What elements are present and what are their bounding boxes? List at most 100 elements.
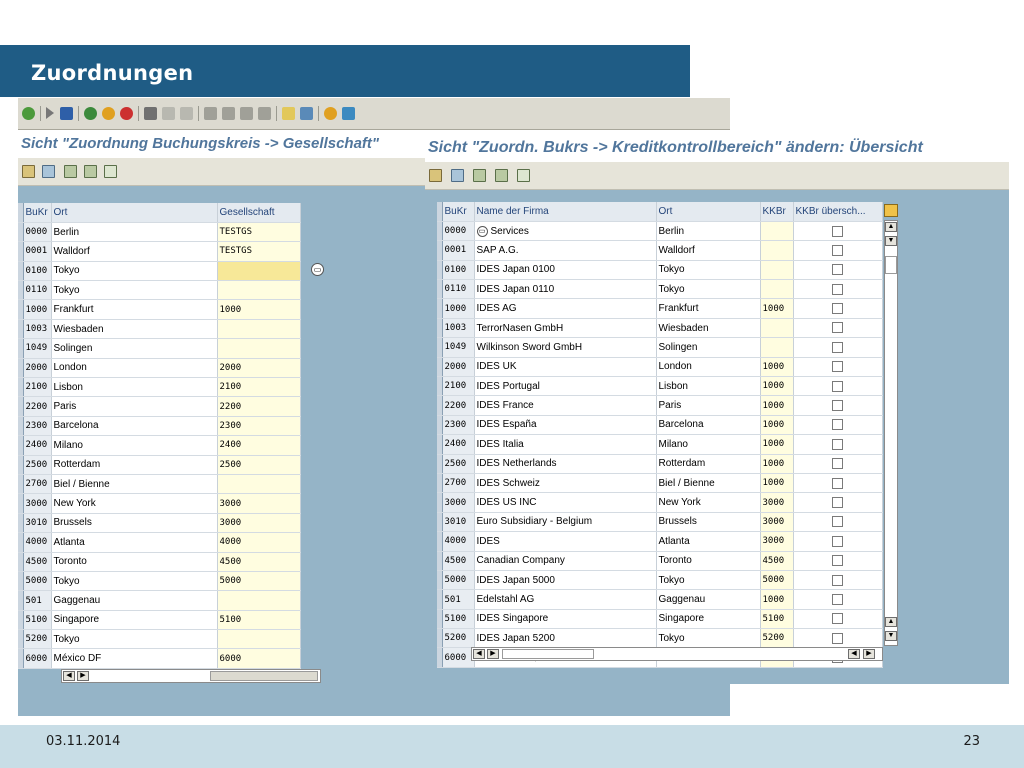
previous-page-icon[interactable] (222, 107, 235, 120)
back-icon[interactable] (84, 107, 97, 120)
cell-kkbr-input[interactable] (760, 260, 794, 281)
cell-kkbr-input[interactable]: 5200 (760, 628, 794, 649)
right-horizontal-scrollbar[interactable]: ◀ ▶ ◀ ▶ (471, 647, 883, 661)
cell-gesellschaft-input[interactable]: TESTGS (217, 222, 301, 243)
cell-kkbr-input[interactable] (760, 318, 794, 339)
cell-kkbr-input[interactable]: 1000 (760, 298, 794, 319)
select-block-icon[interactable] (84, 165, 97, 178)
kkbr-override-checkbox[interactable] (832, 574, 843, 586)
check-icon[interactable] (22, 107, 35, 120)
kkbr-override-checkbox[interactable] (832, 400, 843, 412)
cell-gesellschaft-input[interactable]: 5100 (217, 610, 301, 631)
next-page-icon[interactable] (240, 107, 253, 120)
cell-gesellschaft-input[interactable]: 5000 (217, 571, 301, 592)
column-header-ort[interactable]: Ort (51, 203, 218, 223)
save-icon[interactable] (60, 107, 73, 120)
cancel-icon[interactable] (120, 107, 133, 120)
help-icon[interactable] (324, 107, 337, 120)
cell-kkbr-input[interactable]: 3000 (760, 531, 794, 552)
scroll-right-button[interactable]: ▶ (77, 671, 89, 681)
kkbr-override-checkbox[interactable] (832, 322, 843, 334)
cell-gesellschaft-input[interactable]: 2100 (217, 377, 301, 398)
cell-kkbr-input[interactable] (760, 337, 794, 358)
cell-gesellschaft-input[interactable] (217, 338, 301, 359)
kkbr-override-checkbox[interactable] (832, 516, 843, 528)
select-all-icon[interactable] (64, 165, 77, 178)
first-page-icon[interactable] (204, 107, 217, 120)
glasses-icon[interactable] (451, 169, 464, 182)
cell-gesellschaft-input[interactable]: 4500 (217, 552, 301, 572)
glasses-icon[interactable] (42, 165, 55, 178)
value-help-icon[interactable]: ▭ (476, 225, 488, 237)
select-block-icon[interactable] (495, 169, 508, 182)
scroll-left-end-button[interactable]: ◀ (848, 649, 860, 659)
scroll-right-end-button[interactable]: ▶ (863, 649, 875, 659)
cell-gesellschaft-input[interactable]: 2500 (217, 455, 301, 475)
find-next-icon[interactable] (180, 107, 193, 120)
kkbr-override-checkbox[interactable] (832, 535, 843, 547)
kkbr-override-checkbox[interactable] (832, 458, 843, 470)
kkbr-override-checkbox[interactable] (832, 496, 843, 508)
kkbr-override-checkbox[interactable] (832, 361, 843, 373)
cell-kkbr-input[interactable]: 3000 (760, 492, 794, 513)
column-header-name[interactable]: Name der Firma (474, 202, 657, 222)
last-page-icon[interactable] (258, 107, 271, 120)
cell-gesellschaft-input[interactable] (217, 474, 301, 495)
create-session-icon[interactable] (282, 107, 295, 120)
deselect-all-icon[interactable] (104, 165, 117, 178)
scroll-down-button[interactable]: ▼ (885, 631, 897, 641)
layout-icon[interactable] (342, 107, 355, 120)
kkbr-override-checkbox[interactable] (832, 264, 843, 276)
kkbr-override-checkbox[interactable] (832, 555, 843, 567)
kkbr-override-checkbox[interactable] (832, 225, 843, 237)
value-help-icon[interactable]: ▭ (311, 263, 324, 276)
kkbr-override-checkbox[interactable] (832, 283, 843, 295)
scroll-up-button[interactable]: ▲ (885, 222, 897, 232)
cell-gesellschaft-input[interactable]: 2400 (217, 435, 301, 456)
cell-kkbr-input[interactable]: 1000 (760, 395, 794, 416)
exit-icon[interactable] (102, 107, 115, 120)
cell-kkbr-input[interactable] (760, 221, 794, 242)
scroll-page-up-button[interactable]: ▲ (885, 617, 897, 627)
cell-kkbr-input[interactable]: 3000 (760, 512, 794, 533)
cell-gesellschaft-input[interactable] (217, 629, 301, 650)
scroll-right-button[interactable]: ▶ (487, 649, 499, 659)
scroll-thumb[interactable] (885, 256, 897, 274)
shortcut-icon[interactable] (300, 107, 313, 120)
scroll-thumb[interactable] (210, 671, 318, 681)
column-header-bukr[interactable]: BuKr (442, 202, 475, 222)
cell-kkbr-input[interactable]: 1000 (760, 357, 794, 378)
kkbr-override-checkbox[interactable] (832, 341, 843, 353)
display-change-icon[interactable] (22, 165, 35, 178)
cell-gesellschaft-input[interactable]: 3000 (217, 493, 301, 514)
scroll-left-button[interactable]: ◀ (473, 649, 485, 659)
cell-kkbr-input[interactable]: 1000 (760, 376, 794, 397)
cell-kkbr-input[interactable]: 5100 (760, 609, 794, 630)
cell-gesellschaft-input[interactable]: 4000 (217, 532, 301, 553)
column-header-kkbr[interactable]: KKBr (760, 202, 794, 222)
kkbr-override-checkbox[interactable] (832, 593, 843, 605)
kkbr-override-checkbox[interactable] (832, 438, 843, 450)
cell-gesellschaft-input[interactable]: TESTGS (217, 241, 301, 262)
cell-gesellschaft-input[interactable] (217, 261, 301, 282)
cell-kkbr-input[interactable]: 4500 (760, 551, 794, 571)
cell-gesellschaft-input[interactable]: 1000 (217, 299, 301, 320)
cell-gesellschaft-input[interactable]: 2200 (217, 396, 301, 417)
cell-gesellschaft-input[interactable] (217, 590, 301, 611)
scroll-thumb[interactable] (502, 649, 594, 659)
deselect-all-icon[interactable] (517, 169, 530, 182)
right-vertical-scrollbar[interactable]: ▲ ▼ ▲ ▼ (884, 220, 898, 646)
cell-kkbr-input[interactable]: 1000 (760, 589, 794, 610)
column-header-ort[interactable]: Ort (656, 202, 761, 222)
cell-kkbr-input[interactable]: 1000 (760, 454, 794, 474)
cell-kkbr-input[interactable]: 1000 (760, 415, 794, 436)
scroll-page-down-button[interactable]: ▼ (885, 236, 897, 246)
column-header-kkbr-uebersch[interactable]: KKBr übersch... (793, 202, 883, 222)
scroll-left-button[interactable]: ◀ (63, 671, 75, 681)
cell-kkbr-input[interactable]: 5000 (760, 570, 794, 591)
display-change-icon[interactable] (429, 169, 442, 182)
print-icon[interactable] (144, 107, 157, 120)
column-header-gesellschaft[interactable]: Gesellschaft (217, 203, 301, 223)
kkbr-override-checkbox[interactable] (832, 380, 843, 392)
column-header-bukr[interactable]: BuKr (23, 203, 52, 223)
